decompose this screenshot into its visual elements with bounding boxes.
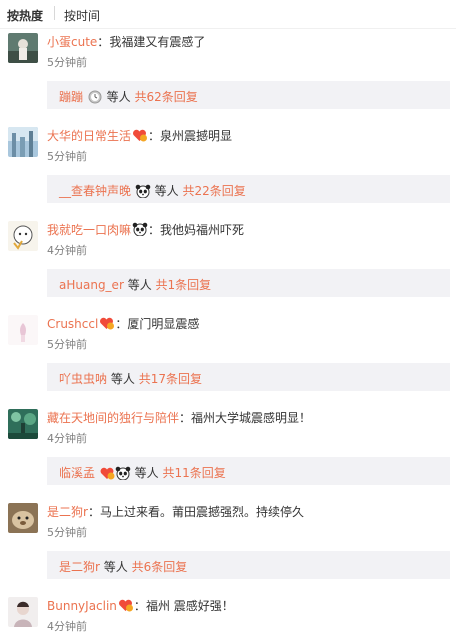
comment-separator: ： bbox=[133, 599, 146, 613]
vip-badge-icon bbox=[99, 466, 115, 480]
sort-divider bbox=[54, 6, 55, 20]
comment-time: 5分钟前 bbox=[47, 56, 87, 69]
comment-separator: ： bbox=[97, 35, 110, 49]
reply-count-link[interactable]: 共6条回复 bbox=[132, 560, 188, 574]
reply-count-link[interactable]: 共62条回复 bbox=[135, 90, 198, 104]
comment-time: 4分钟前 bbox=[47, 432, 87, 445]
comment-time: 4分钟前 bbox=[47, 620, 87, 633]
comment-time: 5分钟前 bbox=[47, 526, 87, 539]
panda-emoji-icon bbox=[132, 222, 148, 237]
avatar[interactable] bbox=[8, 33, 38, 63]
username-link[interactable]: Crushccl bbox=[47, 317, 98, 331]
comment-time: 5分钟前 bbox=[47, 150, 87, 163]
comment-separator: ： bbox=[148, 129, 161, 143]
comment-line: BunnyJaclin ：福州 震感好强！ bbox=[47, 597, 234, 613]
vip-badge-icon bbox=[99, 317, 115, 330]
comment-text: 福州 震感好强！ bbox=[145, 599, 234, 613]
comment-line: 藏在天地间的独行与陪伴：福州大学城震感明显！ bbox=[47, 409, 311, 425]
reply-username-link[interactable]: __查春钟声晚 bbox=[59, 184, 131, 198]
username-link[interactable]: BunnyJaclin bbox=[47, 599, 117, 613]
comment-line: 是二狗r：马上过来看。莆田震撼强烈。持续停久 bbox=[47, 503, 304, 519]
comment-line: 大华的日常生活 ：泉州震撼明显 bbox=[47, 127, 232, 143]
reply-summary[interactable]: 是二狗r 等人 共6条回复 bbox=[47, 551, 450, 579]
reply-count-link[interactable]: 共1条回复 bbox=[156, 278, 212, 292]
comment-time: 4分钟前 bbox=[47, 244, 87, 257]
vip-badge-icon bbox=[118, 599, 133, 612]
comment-separator: ： bbox=[115, 317, 128, 331]
reply-count-link[interactable]: 共11条回复 bbox=[163, 466, 226, 480]
reply-count-link[interactable]: 共17条回复 bbox=[139, 372, 202, 386]
reply-others-label: 等人 bbox=[127, 278, 152, 292]
reply-others-label: 等人 bbox=[154, 184, 179, 198]
reply-username-link[interactable]: 临溪孟 bbox=[59, 466, 95, 480]
username-link[interactable]: 小蛋cute bbox=[47, 35, 97, 49]
comment-text: 我福建又有震感了 bbox=[109, 35, 206, 49]
reply-count-link[interactable]: 共22条回复 bbox=[183, 184, 246, 198]
avatar[interactable] bbox=[8, 409, 38, 439]
comment-text: 泉州震撼明显 bbox=[160, 129, 233, 143]
reply-others-label: 等人 bbox=[106, 90, 131, 104]
comment-text: 马上过来看。莆田震撼强烈。持续停久 bbox=[99, 505, 304, 519]
reply-summary[interactable]: 蹦蹦 等人 共62条回复 bbox=[47, 81, 450, 109]
reply-others-label: 等人 bbox=[103, 560, 128, 574]
reply-others-label: 等人 bbox=[134, 466, 159, 480]
comment-separator: ： bbox=[179, 411, 192, 425]
comment-text: 我他妈福州吓死 bbox=[160, 223, 245, 237]
reply-username-link[interactable]: 是二狗r bbox=[59, 560, 100, 574]
comment-line: Crushccl ：厦门明显震感 bbox=[47, 315, 199, 331]
comment-line: 我就吃一口肉嘛 ：我他妈福州吓死 bbox=[47, 221, 244, 237]
avatar[interactable] bbox=[8, 315, 38, 345]
reply-summary[interactable]: 吖虫虫呐 等人 共17条回复 bbox=[47, 363, 450, 391]
comment-separator: ： bbox=[87, 505, 100, 519]
comment-text: 福州大学城震感明显！ bbox=[191, 411, 312, 425]
username-link[interactable]: 大华的日常生活 bbox=[47, 129, 131, 143]
comment-separator: ： bbox=[148, 223, 161, 237]
username-link[interactable]: 我就吃一口肉嘛 bbox=[47, 223, 131, 237]
sort-bar: 按热度 按时间 bbox=[0, 0, 456, 29]
reply-summary[interactable]: __查春钟声晚 等人 共22条回复 bbox=[47, 175, 450, 203]
clock-emoji-icon bbox=[87, 90, 103, 104]
reply-username-link[interactable]: 蹦蹦 bbox=[59, 90, 83, 104]
sort-by-hot-tab[interactable]: 按热度 bbox=[7, 7, 43, 24]
username-link[interactable]: 是二狗r bbox=[47, 505, 88, 519]
sort-by-time-tab[interactable]: 按时间 bbox=[64, 7, 100, 24]
reply-username-link[interactable]: 吖虫虫呐 bbox=[59, 372, 107, 386]
reply-summary[interactable]: 临溪孟 等人 共11条回复 bbox=[47, 457, 450, 485]
panda-emoji-icon bbox=[115, 466, 131, 481]
reply-summary[interactable]: aHuang_er 等人 共1条回复 bbox=[47, 269, 450, 297]
avatar[interactable] bbox=[8, 597, 38, 627]
avatar[interactable] bbox=[8, 127, 38, 157]
comment-text: 厦门明显震感 bbox=[127, 317, 200, 331]
reply-username-link[interactable]: aHuang_er bbox=[59, 278, 124, 292]
vip-badge-icon bbox=[132, 129, 148, 142]
username-link[interactable]: 藏在天地间的独行与陪伴 bbox=[47, 411, 179, 425]
panda-emoji-icon bbox=[135, 184, 151, 199]
comment-time: 5分钟前 bbox=[47, 338, 87, 351]
reply-others-label: 等人 bbox=[110, 372, 135, 386]
avatar[interactable] bbox=[8, 221, 38, 251]
comment-line: 小蛋cute：我福建又有震感了 bbox=[47, 33, 205, 49]
avatar[interactable] bbox=[8, 503, 38, 533]
